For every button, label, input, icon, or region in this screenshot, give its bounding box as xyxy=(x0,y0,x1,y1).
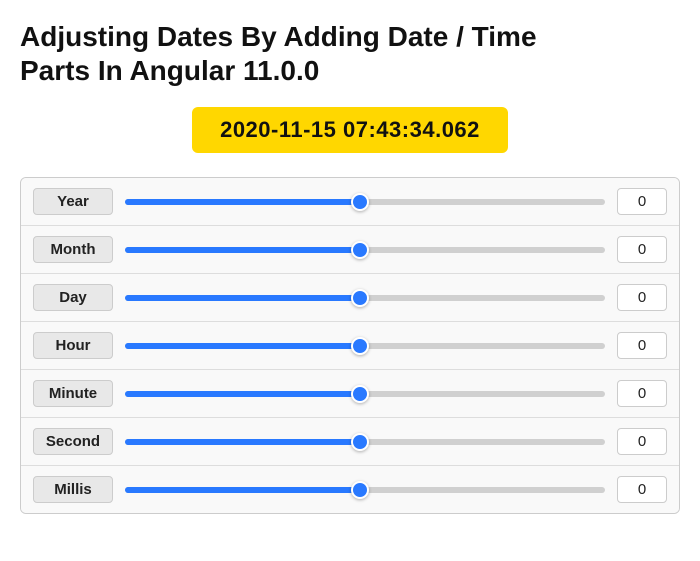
date-display-wrapper: 2020-11-15 07:43:34.062 xyxy=(20,107,680,153)
slider-row-month: Month 0 xyxy=(21,226,679,274)
page-title: Adjusting Dates By Adding Date / Time Pa… xyxy=(20,20,680,87)
slider-row-year: Year 0 xyxy=(21,178,679,226)
slider-track-hour xyxy=(125,336,605,356)
slider-label-millis: Millis xyxy=(33,476,113,503)
slider-track-minute xyxy=(125,384,605,404)
slider-label-year: Year xyxy=(33,188,113,215)
slider-value-day: 0 xyxy=(617,284,667,311)
slider-value-minute: 0 xyxy=(617,380,667,407)
slider-row-second: Second 0 xyxy=(21,418,679,466)
slider-track-day xyxy=(125,288,605,308)
slider-value-second: 0 xyxy=(617,428,667,455)
slider-label-day: Day xyxy=(33,284,113,311)
slider-row-day: Day 0 xyxy=(21,274,679,322)
slider-value-hour: 0 xyxy=(617,332,667,359)
slider-label-second: Second xyxy=(33,428,113,455)
slider-row-hour: Hour 0 xyxy=(21,322,679,370)
slider-row-minute: Minute 0 xyxy=(21,370,679,418)
slider-label-hour: Hour xyxy=(33,332,113,359)
slider-label-minute: Minute xyxy=(33,380,113,407)
slider-value-millis: 0 xyxy=(617,476,667,503)
slider-row-millis: Millis 0 xyxy=(21,466,679,513)
date-display: 2020-11-15 07:43:34.062 xyxy=(192,107,508,153)
sliders-container: Year0Month0Day0Hour0Minute0Second0Millis… xyxy=(20,177,680,514)
slider-track-year xyxy=(125,192,605,212)
slider-label-month: Month xyxy=(33,236,113,263)
slider-track-second xyxy=(125,432,605,452)
slider-track-month xyxy=(125,240,605,260)
slider-track-millis xyxy=(125,480,605,500)
slider-value-month: 0 xyxy=(617,236,667,263)
slider-value-year: 0 xyxy=(617,188,667,215)
